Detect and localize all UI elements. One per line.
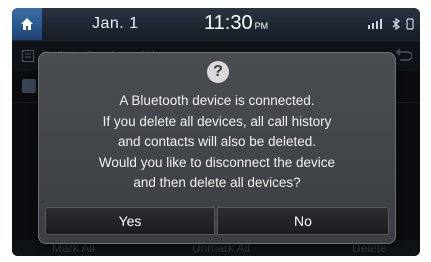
yes-button[interactable]: Yes (45, 207, 215, 235)
status-icons (368, 18, 414, 30)
clock: 11:30 PM (204, 12, 268, 35)
home-icon (21, 18, 33, 30)
signal-icon (368, 19, 382, 29)
status-bar: Jan. 1 11:30 PM (12, 8, 420, 41)
message-line: A Bluetooth device is connected. (119, 93, 315, 108)
date-label: Jan. 1 (92, 15, 139, 32)
clock-time: 11:30 (204, 12, 253, 34)
phone-status-icon (406, 18, 414, 30)
message-line: and then delete all devices? (133, 175, 301, 190)
message-line: If you delete all devices, all call hist… (102, 113, 332, 129)
clock-ampm: PM (254, 21, 269, 31)
question-icon: ? (207, 61, 229, 83)
message-line: Would you like to disconnect the device (98, 154, 336, 170)
dialog-message: A Bluetooth device is connected. If you … (39, 91, 395, 194)
home-button[interactable] (12, 8, 42, 40)
confirm-dialog: ? A Bluetooth device is connected. If yo… (38, 52, 396, 244)
bluetooth-icon (392, 18, 401, 30)
no-button[interactable]: No (217, 207, 389, 235)
message-line: and contacts will also be deleted. (117, 134, 317, 149)
